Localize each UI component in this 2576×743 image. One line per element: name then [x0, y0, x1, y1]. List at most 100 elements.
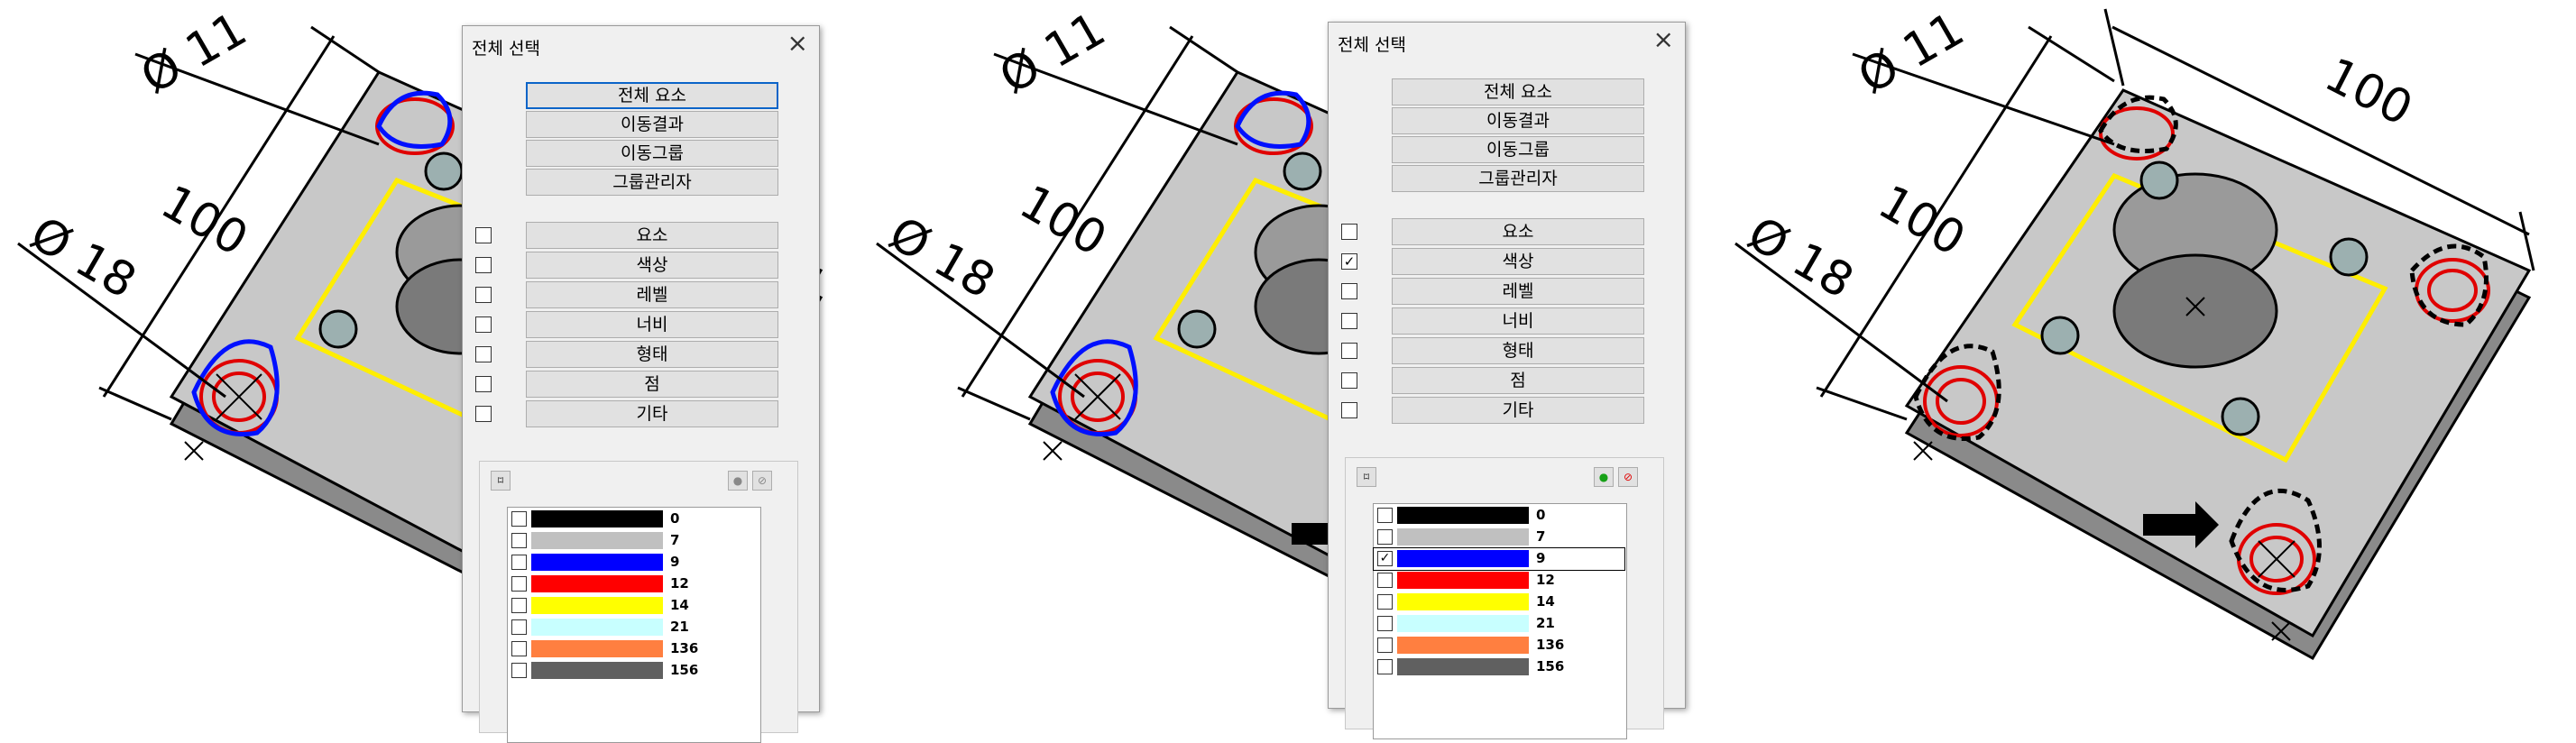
- add-icon[interactable]: ●: [728, 471, 748, 491]
- filter-other-checkbox[interactable]: [475, 406, 492, 422]
- color-checkbox[interactable]: [1377, 594, 1393, 610]
- filter-color-button[interactable]: 색상: [526, 252, 778, 279]
- boss-base: [2112, 253, 2278, 369]
- dim-text-top-100: 100: [2316, 48, 2421, 137]
- color-checkbox[interactable]: [1377, 616, 1393, 631]
- filter-style-button[interactable]: 형태: [526, 341, 778, 368]
- color-checkbox[interactable]: [511, 619, 527, 635]
- filter-width-checkbox[interactable]: [1341, 313, 1357, 329]
- color-value: 7: [1536, 528, 1546, 545]
- filter-level-checkbox[interactable]: [475, 287, 492, 303]
- color-row-136[interactable]: 136: [508, 638, 759, 660]
- color-value: 14: [1536, 593, 1555, 610]
- filter-level-button[interactable]: 레벨: [1392, 278, 1644, 305]
- color-row-0[interactable]: 0: [508, 509, 759, 530]
- color-row-9[interactable]: 9: [508, 552, 759, 573]
- all-elements-button[interactable]: 전체 요소: [1392, 78, 1644, 105]
- dialog-title: 전체 선택: [472, 39, 540, 59]
- dim-line: [1816, 386, 1908, 421]
- all-elements-button[interactable]: 전체 요소: [526, 82, 778, 109]
- dim-line: [957, 386, 1031, 421]
- add-icon[interactable]: ●: [1594, 467, 1614, 487]
- select-icon[interactable]: ⌑: [491, 471, 511, 491]
- move-result-button[interactable]: 이동결과: [1392, 107, 1644, 134]
- filter-element-button[interactable]: 요소: [526, 222, 778, 249]
- filter-color-checkbox[interactable]: [475, 257, 492, 273]
- color-checkbox[interactable]: [511, 555, 527, 570]
- filter-style-button[interactable]: 형태: [1392, 337, 1644, 364]
- filter-level-checkbox[interactable]: [1341, 283, 1357, 299]
- color-checkbox[interactable]: [511, 641, 527, 656]
- color-checkbox[interactable]: [1377, 573, 1393, 588]
- color-checkbox[interactable]: [1377, 638, 1393, 653]
- group-manager-button[interactable]: 그룹관리자: [1392, 165, 1644, 192]
- color-row-0[interactable]: 0: [1374, 505, 1624, 527]
- color-swatch: [1397, 528, 1529, 546]
- color-checkbox[interactable]: [1377, 508, 1393, 523]
- filter-color-checkbox[interactable]: ✓: [1341, 253, 1357, 270]
- remove-icon[interactable]: ⊘: [752, 471, 772, 491]
- small-hole: [318, 309, 358, 349]
- dim-text-phi11: Ø 11: [133, 2, 256, 105]
- color-swatch: [1397, 615, 1529, 632]
- color-checkbox[interactable]: [511, 533, 527, 548]
- filter-width-button[interactable]: 너비: [1392, 307, 1644, 335]
- filter-level-button[interactable]: 레벨: [526, 281, 778, 308]
- dim-line: [2028, 25, 2115, 83]
- filter-element-checkbox[interactable]: [1341, 224, 1357, 240]
- filter-element-button[interactable]: 요소: [1392, 218, 1644, 245]
- color-row-21[interactable]: 21: [508, 617, 759, 638]
- color-row-156[interactable]: 156: [508, 660, 759, 682]
- filter-element-checkbox[interactable]: [475, 227, 492, 243]
- color-checkbox[interactable]: [511, 576, 527, 592]
- color-row-21[interactable]: 21: [1374, 613, 1624, 635]
- select-icon[interactable]: ⌑: [1357, 467, 1376, 487]
- color-row-14[interactable]: 14: [1374, 592, 1624, 613]
- small-hole: [424, 151, 464, 191]
- color-checkbox[interactable]: [511, 663, 527, 678]
- color-row-136[interactable]: 136: [1374, 635, 1624, 656]
- color-checkbox[interactable]: ✓: [1377, 551, 1393, 566]
- close-icon[interactable]: ×: [787, 30, 808, 57]
- filter-other-checkbox[interactable]: [1341, 402, 1357, 418]
- filter-point-checkbox[interactable]: [475, 376, 492, 392]
- filter-width-checkbox[interactable]: [475, 316, 492, 333]
- filter-color-button[interactable]: 색상: [1392, 248, 1644, 275]
- color-value: 14: [670, 597, 689, 613]
- dialog-title: 전체 선택: [1338, 35, 1406, 55]
- color-row-12[interactable]: 12: [1374, 570, 1624, 592]
- color-row-7[interactable]: 7: [508, 530, 759, 552]
- filter-point-button[interactable]: 점: [526, 371, 778, 398]
- group-manager-button[interactable]: 그룹관리자: [526, 169, 778, 196]
- move-result-button[interactable]: 이동결과: [526, 111, 778, 138]
- move-group-button[interactable]: 이동그룹: [1392, 136, 1644, 163]
- filter-other-button[interactable]: 기타: [1392, 397, 1644, 424]
- dim-text-100: 100: [1011, 175, 1116, 267]
- color-checkbox[interactable]: [511, 511, 527, 527]
- dim-line: [2103, 8, 2125, 87]
- color-row-9[interactable]: ✓ 9: [1373, 547, 1625, 571]
- filter-style-checkbox[interactable]: [475, 346, 492, 362]
- filter-other-button[interactable]: 기타: [526, 400, 778, 427]
- filter-point-button[interactable]: 점: [1392, 367, 1644, 394]
- color-value: 0: [670, 510, 680, 527]
- close-icon[interactable]: ×: [1653, 26, 1674, 53]
- color-row-12[interactable]: 12: [508, 573, 759, 595]
- color-row-14[interactable]: 14: [508, 595, 759, 617]
- color-value: 156: [670, 662, 699, 678]
- move-group-button[interactable]: 이동그룹: [526, 140, 778, 167]
- color-row-156[interactable]: 156: [1374, 656, 1624, 678]
- color-value: 156: [1536, 658, 1565, 674]
- color-swatch: [531, 597, 663, 614]
- color-value: 9: [1536, 550, 1546, 566]
- color-value: 136: [1536, 637, 1565, 653]
- color-value: 0: [1536, 507, 1546, 523]
- remove-icon[interactable]: ⊘: [1618, 467, 1638, 487]
- color-row-7[interactable]: 7: [1374, 527, 1624, 548]
- color-checkbox[interactable]: [1377, 659, 1393, 674]
- color-checkbox[interactable]: [1377, 529, 1393, 545]
- filter-style-checkbox[interactable]: [1341, 343, 1357, 359]
- color-checkbox[interactable]: [511, 598, 527, 613]
- filter-width-button[interactable]: 너비: [526, 311, 778, 338]
- filter-point-checkbox[interactable]: [1341, 372, 1357, 389]
